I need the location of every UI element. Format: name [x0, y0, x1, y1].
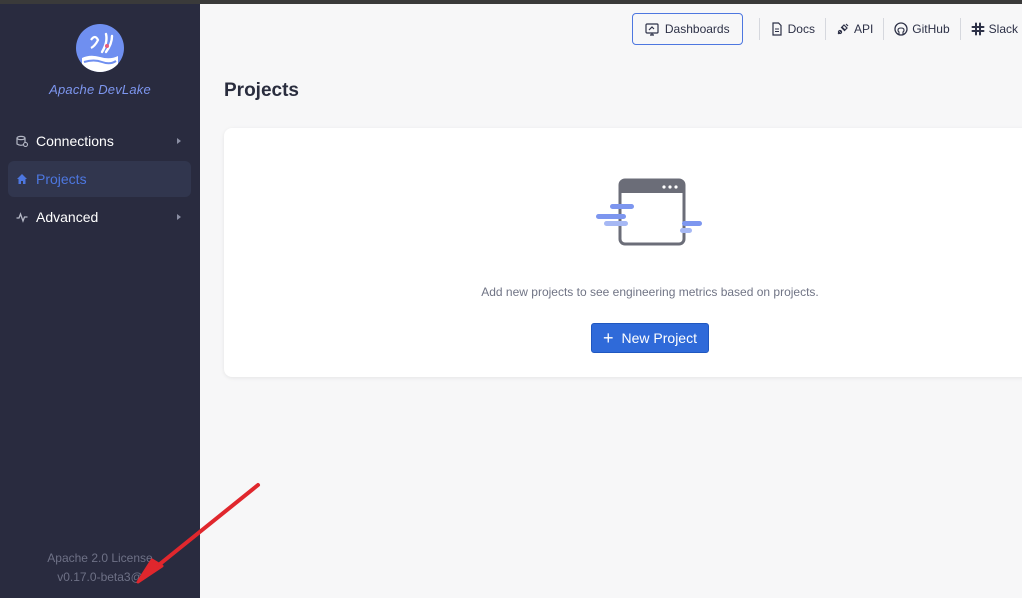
github-label: GitHub — [912, 22, 950, 36]
brand-name: Apache DevLake — [49, 82, 151, 97]
devlake-logo-icon — [76, 24, 124, 72]
chevron-right-icon — [177, 214, 181, 220]
api-link[interactable]: API — [832, 22, 877, 36]
divider — [824, 18, 826, 40]
github-link[interactable]: GitHub — [890, 22, 953, 36]
docs-label: Docs — [787, 22, 815, 36]
home-icon — [16, 173, 28, 185]
chevron-right-icon — [177, 138, 181, 144]
dashboard-icon — [645, 23, 659, 36]
slack-link[interactable]: Slack — [967, 22, 1022, 36]
pulse-icon — [16, 211, 28, 223]
api-label: API — [853, 22, 874, 36]
sidebar-item-advanced[interactable]: Advanced — [8, 199, 191, 235]
new-project-button[interactable]: + New Project — [591, 323, 709, 353]
dashboards-label: Dashboards — [664, 22, 730, 36]
github-icon — [894, 22, 908, 36]
header-actions: Dashboards Docs API GitHub Slack — [631, 12, 1022, 46]
dashboards-button[interactable]: Dashboards — [631, 13, 743, 45]
docs-link[interactable]: Docs — [766, 22, 819, 36]
new-project-label: New Project — [621, 330, 697, 346]
divider — [959, 18, 961, 40]
divider — [883, 18, 885, 40]
document-icon — [772, 22, 782, 36]
slack-icon — [971, 22, 985, 36]
sidebar-item-label: Connections — [36, 133, 114, 149]
logo[interactable]: Apache DevLake — [0, 24, 200, 97]
empty-state-message: Add new projects to see engineering metr… — [481, 285, 819, 299]
plus-icon: + — [603, 328, 614, 348]
sidebar-item-label: Projects — [36, 171, 87, 187]
plug-icon — [837, 23, 849, 35]
sidebar-item-connections[interactable]: Connections — [8, 123, 191, 159]
empty-window-icon — [596, 178, 702, 246]
sidebar-item-projects[interactable]: Projects — [8, 161, 191, 197]
sidebar-item-label: Advanced — [36, 209, 99, 225]
divider — [758, 18, 760, 40]
database-icon — [16, 135, 28, 147]
empty-state-card: Add new projects to see engineering metr… — [224, 128, 1022, 377]
slack-label: Slack — [988, 22, 1018, 36]
sidebar-menu: Connections Projects Advanced — [8, 123, 191, 237]
page-title: Projects — [224, 80, 299, 101]
annotation-arrow — [136, 483, 260, 584]
